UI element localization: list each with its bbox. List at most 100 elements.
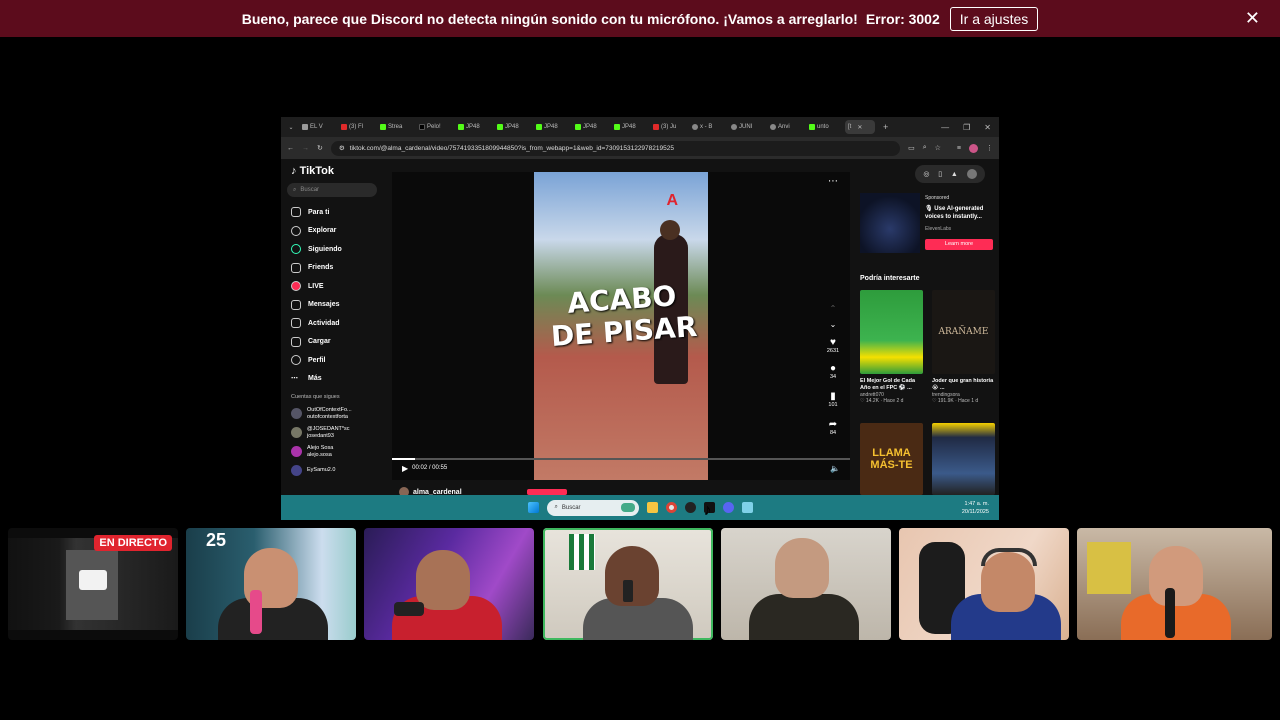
browser-tab[interactable]: JP48 <box>533 120 570 134</box>
following-account[interactable]: @JOSEDANT*sc josedant93 <box>287 423 377 442</box>
header-actions: ◎ ▯ ▲ <box>915 165 985 183</box>
nav-activity[interactable]: Actividad <box>287 314 377 333</box>
share-button[interactable]: ➦ 84 <box>826 419 840 437</box>
tiktok-note-icon: ♪ <box>291 165 297 177</box>
save-button[interactable]: ▮ 101 <box>826 392 840 409</box>
recommended-video-card[interactable]: El Mejor Gol de Cada Año en el FPC ⚽ ...… <box>860 290 923 404</box>
nav-messages[interactable]: Mensajes <box>287 296 377 315</box>
video-player[interactable]: ⋯ A ACABO DE PISAR ⌃ ⌄ ♥ 2631 ● 34 ▮ 101 ➦ 8… <box>392 172 850 480</box>
poster-on-wall <box>1087 542 1131 594</box>
volume-icon[interactable]: 🔈 <box>830 464 840 473</box>
share-icon: ➦ <box>828 419 838 430</box>
scroll-up-icon[interactable]: ⌃ <box>826 304 840 313</box>
screen-share-stream[interactable]: ⌄ EL V (3) Fl Strea Pelo! JP48 JP48 JP48… <box>281 117 999 520</box>
windows-taskbar: ⌕ Buscar ♪ 1:47 a. m. 20/11/2025 <box>281 495 999 520</box>
messages-icon <box>291 299 301 310</box>
nav-explore[interactable]: Explorar <box>287 222 377 241</box>
nav-upload[interactable]: Cargar <box>287 333 377 352</box>
comment-button[interactable]: ● 34 <box>826 364 840 381</box>
browser-tab-active[interactable]: [t ✕ <box>845 120 875 134</box>
bookmark-icon[interactable]: ☆ <box>935 144 941 152</box>
coins-icon[interactable]: ◎ <box>923 170 929 178</box>
file-explorer-icon[interactable] <box>646 502 658 513</box>
taskbar-clock[interactable]: 1:47 a. m. 20/11/2025 <box>962 500 989 516</box>
zoom-icon[interactable]: ⌕ <box>923 144 927 152</box>
recommended-video-card[interactable] <box>932 423 995 495</box>
participant-tile[interactable]: 25 <box>186 528 356 640</box>
tiktok-logo[interactable]: ♪ TikTok <box>287 165 377 177</box>
discord-icon[interactable] <box>722 502 734 513</box>
mic-error-banner: Bueno, parece que Discord no detecta nin… <box>0 0 1280 37</box>
microphone <box>250 590 262 634</box>
browser-tab[interactable]: Pelo! <box>416 120 453 134</box>
participant-tile[interactable] <box>1077 528 1272 640</box>
browser-tab[interactable]: x - B <box>689 120 726 134</box>
participant-tile[interactable] <box>721 528 891 640</box>
nav-profile[interactable]: Perfil <box>287 351 377 370</box>
learn-more-button[interactable]: Learn more <box>925 239 993 250</box>
device-icon[interactable]: ▯ <box>938 170 942 178</box>
like-button[interactable]: ♥ 2631 <box>826 338 840 355</box>
nav-live[interactable]: LIVE <box>287 277 377 296</box>
notepad-icon[interactable] <box>741 502 753 513</box>
browser-tab[interactable]: JP48 <box>455 120 492 134</box>
play-icon[interactable]: ▶ <box>402 464 408 473</box>
chrome-icon[interactable] <box>665 502 677 513</box>
nav-for-you[interactable]: Para ti <box>287 203 377 222</box>
new-tab-icon[interactable]: + <box>883 122 888 132</box>
following-account[interactable]: Alejo Sosa alejo.sosa <box>287 442 377 461</box>
browser-tab[interactable]: JP48 <box>494 120 531 134</box>
obs-icon[interactable] <box>684 502 696 513</box>
tiktok-search-input[interactable]: ⌕ Buscar <box>287 183 377 197</box>
restore-icon[interactable]: ❐ <box>963 123 970 132</box>
nav-friends[interactable]: Friends <box>287 259 377 278</box>
close-window-icon[interactable]: ✕ <box>984 123 991 132</box>
close-tab-icon: ✕ <box>857 124 863 131</box>
browser-tab[interactable]: Anvi <box>767 120 804 134</box>
inbox-icon[interactable]: ▲ <box>951 171 958 178</box>
browser-tab[interactable]: (3) Ju <box>650 120 687 134</box>
browser-tab[interactable]: JUNI <box>728 120 765 134</box>
participant-tile-stream-preview[interactable]: EN DIRECTO <box>8 528 178 640</box>
close-icon[interactable]: ✕ <box>1245 8 1260 29</box>
following-account[interactable]: EySamu2.0 <box>287 461 377 480</box>
windows-start-icon[interactable] <box>527 502 539 513</box>
taskbar-search[interactable]: ⌕ Buscar <box>546 499 639 516</box>
following-account[interactable]: OutOfContextFo... outofcontextforta <box>287 404 377 423</box>
banner-error-code: Error: 3002 <box>865 10 940 27</box>
scroll-down-icon[interactable]: ⌄ <box>826 320 840 329</box>
participant-tile[interactable] <box>899 528 1069 640</box>
browser-tab[interactable]: unto <box>806 120 843 134</box>
browser-tab[interactable]: (3) Fl <box>338 120 375 134</box>
browser-tab[interactable]: Strea <box>377 120 414 134</box>
avatar <box>291 446 302 457</box>
sponsored-ad[interactable]: Sponsored 🎙 Use AI-generated voices to i… <box>860 193 996 255</box>
video-frame[interactable]: A ACABO DE PISAR <box>534 172 708 480</box>
extensions-icon[interactable]: ≡ <box>957 145 961 152</box>
forward-icon[interactable]: → <box>302 145 309 152</box>
browser-tab[interactable]: EL V <box>299 120 336 134</box>
avatar[interactable] <box>966 169 977 179</box>
tab-menu-icon[interactable]: ⌄ <box>285 124 297 131</box>
nav-more[interactable]: ⋯ Más <box>287 370 377 389</box>
minimize-icon[interactable]: — <box>941 123 949 132</box>
profile-avatar[interactable] <box>969 143 978 153</box>
participant-tile[interactable] <box>364 528 534 640</box>
recommended-video-card[interactable]: LLAMA MÁS-TE <box>860 423 923 495</box>
cast-icon[interactable]: ▭ <box>908 144 915 152</box>
more-options-icon[interactable]: ⋯ <box>828 176 838 187</box>
video-thumbnail <box>932 423 995 495</box>
reload-icon[interactable]: ↻ <box>317 144 323 152</box>
go-to-settings-button[interactable]: Ir a ajustes <box>949 6 1039 31</box>
browser-tab[interactable]: JP48 <box>611 120 648 134</box>
screen-share-icon <box>79 570 107 590</box>
thumbnail-title: LLAMA MÁS-TE <box>870 447 913 471</box>
browser-tab[interactable]: JP48 <box>572 120 609 134</box>
participant-tile-speaking[interactable] <box>543 528 713 640</box>
menu-icon[interactable]: ⋮ <box>986 144 993 152</box>
nav-following[interactable]: Siguiendo <box>287 240 377 259</box>
recommended-video-card[interactable]: ARAÑAME Joder que gran historia 😭 ... tr… <box>932 290 995 404</box>
url-field[interactable]: ⚙ tiktok.com/@alma_cardenal/video/7574193… <box>330 140 901 156</box>
tiktok-app-icon[interactable]: ♪ <box>703 502 715 519</box>
back-icon[interactable]: ← <box>287 145 294 152</box>
